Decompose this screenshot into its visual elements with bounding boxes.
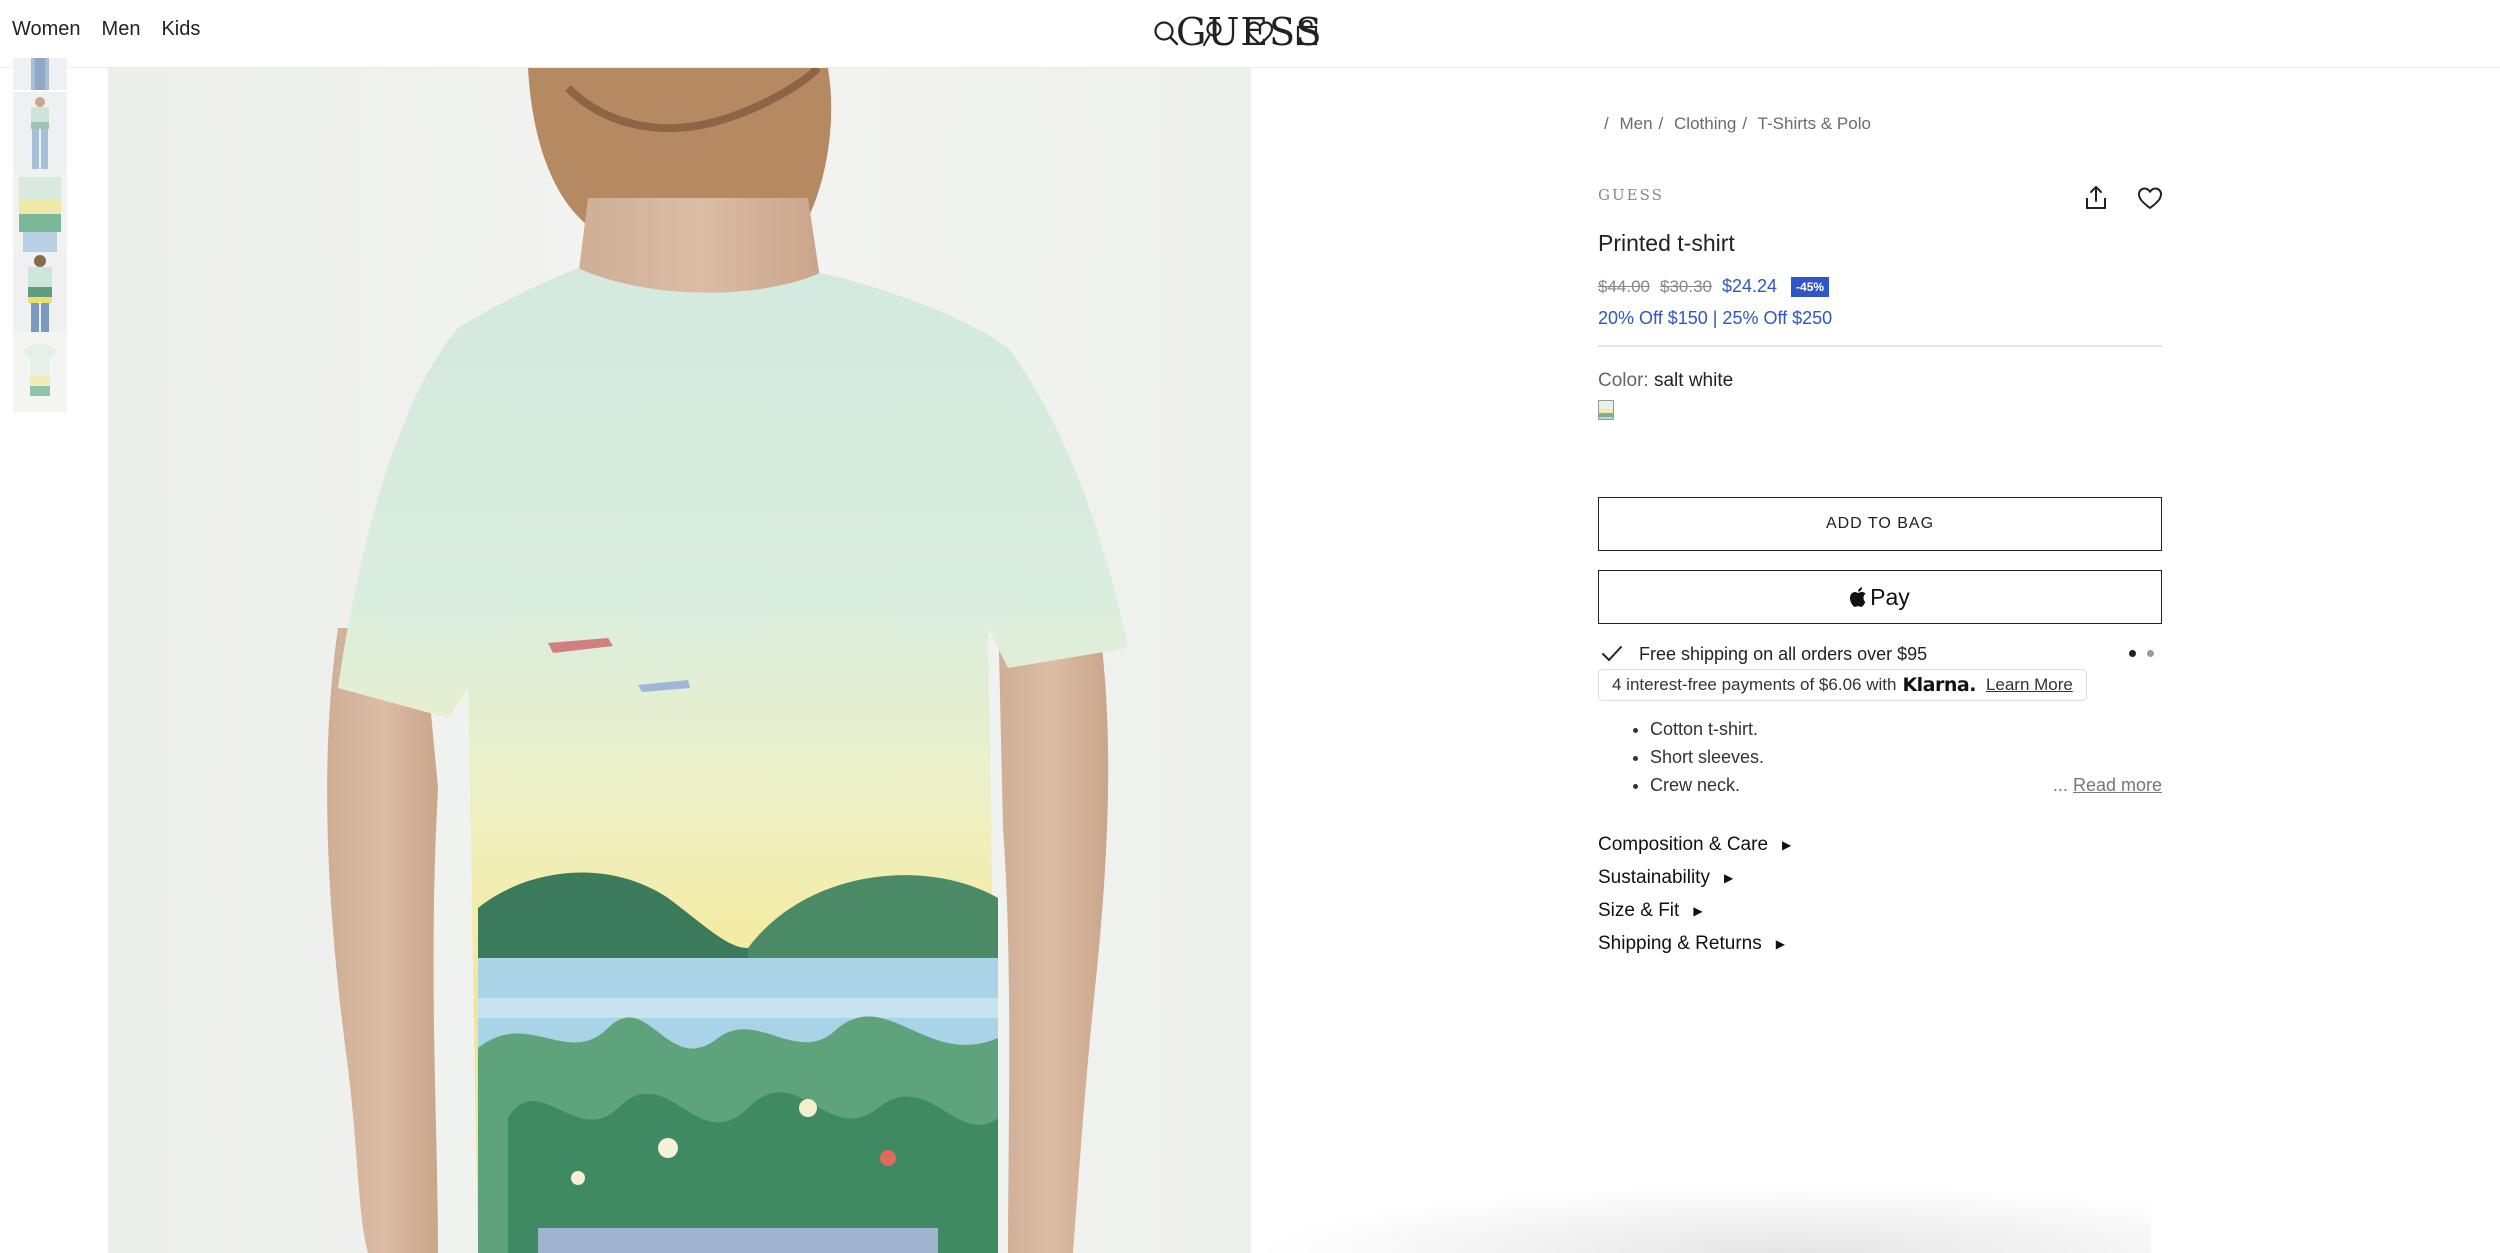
bottom-shadow [1251,1183,2151,1253]
thumbnail[interactable] [13,58,67,90]
color-line: Color: salt white [1598,370,1733,392]
thumbnail[interactable] [13,332,67,412]
triangle-right-icon: ▶ [1693,903,1703,918]
site-header: Women Men Kids GUESS [0,0,2500,68]
triangle-right-icon: ▶ [1775,936,1785,951]
search-icon[interactable] [1151,18,1181,48]
breadcrumb-men[interactable]: Men [1619,114,1652,133]
nav-women[interactable]: Women [12,18,81,41]
nav-kids[interactable]: Kids [161,18,200,41]
divider [1598,345,2162,347]
thumbnail[interactable] [13,92,67,172]
wishlist-icon[interactable] [1245,18,1275,48]
breadcrumb-tshirts-polo[interactable]: T-Shirts & Polo [1758,114,1871,133]
carousel-dot[interactable] [2147,650,2154,657]
klarna-banner: 4 interest-free payments of $6.06 with K… [1598,669,2087,701]
product-title: Printed t-shirt [1598,230,1735,256]
accordion-size-fit[interactable]: Size & Fit ▶ [1598,894,1791,927]
main-nav: Women Men Kids [12,18,200,41]
klarna-text: 4 interest-free payments of $6.06 with [1612,675,1897,694]
description-bullet: Cotton t-shirt. [1650,719,1764,739]
add-to-wishlist-icon[interactable] [2136,184,2164,212]
accordion-label: Size & Fit [1598,899,1680,921]
add-to-bag-button[interactable]: ADD TO BAG [1598,497,2162,551]
triangle-right-icon: ▶ [1723,870,1734,885]
shipping-banner: Free shipping on all orders over $95 [1598,642,2162,668]
read-more-link[interactable]: Read more [2073,775,2162,795]
price-previous: $30.30 [1660,276,1712,296]
account-icon[interactable] [1198,18,1228,48]
product-photo [108,68,1251,1253]
klarna-logo: Klarna. [1902,674,1976,696]
thumbnail[interactable] [13,252,67,332]
read-more-ellipsis: ... [2052,775,2068,795]
details-accordion: Composition & Care ▶ Sustainability ▶ Si… [1598,828,1791,960]
description-bullet: Short sleeves. [1650,747,1764,767]
read-more: ... Read more [2053,775,2162,796]
accordion-sustainability[interactable]: Sustainability ▶ [1598,861,1791,894]
product-description: Cotton t-shirt. Short sleeves. Crew neck… [1650,719,1764,803]
klarna-learn-more-link[interactable]: Learn More [1986,675,2073,695]
color-swatch[interactable] [1598,400,1614,420]
accordion-label: Shipping & Returns [1598,932,1762,954]
accordion-label: Composition & Care [1598,833,1769,855]
accordion-shipping-returns[interactable]: Shipping & Returns ▶ [1598,927,1791,960]
price-original: $44.00 [1598,276,1650,296]
description-bullet: Crew neck. [1650,775,1764,795]
apple-pay-button[interactable]: Pay [1598,570,2162,624]
color-value: salt white [1653,370,1734,391]
nav-men[interactable]: Men [102,18,141,41]
bag-icon[interactable] [1292,18,1322,48]
price-block: $44.00 $30.30 $24.24 -45% [1598,276,1830,297]
carousel-dots [2129,650,2154,657]
accordion-label: Sustainability [1598,866,1710,888]
product-image[interactable] [108,68,1251,1253]
shipping-text: Free shipping on all orders over $95 [1639,644,1928,664]
check-icon [1602,646,1622,661]
discount-badge: -45% [1791,276,1830,297]
triangle-right-icon: ▶ [1782,837,1792,852]
breadcrumb: / Men / Clothing / T-Shirts & Polo [1604,114,1871,133]
color-label: Color: [1598,370,1649,391]
promo-text[interactable]: 20% Off $150 | 25% Off $250 [1598,308,1832,329]
carousel-dot-active[interactable] [2129,650,2136,657]
price-sale: $24.24 [1722,276,1778,296]
accordion-composition-care[interactable]: Composition & Care ▶ [1598,828,1791,861]
thumbnail[interactable] [13,172,67,252]
product-brand: GUESS [1598,186,1664,204]
share-icon[interactable] [2082,184,2110,212]
breadcrumb-clothing[interactable]: Clothing [1674,114,1736,133]
apple-pay-label: Pay [1870,583,1910,610]
apple-icon [1850,587,1866,607]
